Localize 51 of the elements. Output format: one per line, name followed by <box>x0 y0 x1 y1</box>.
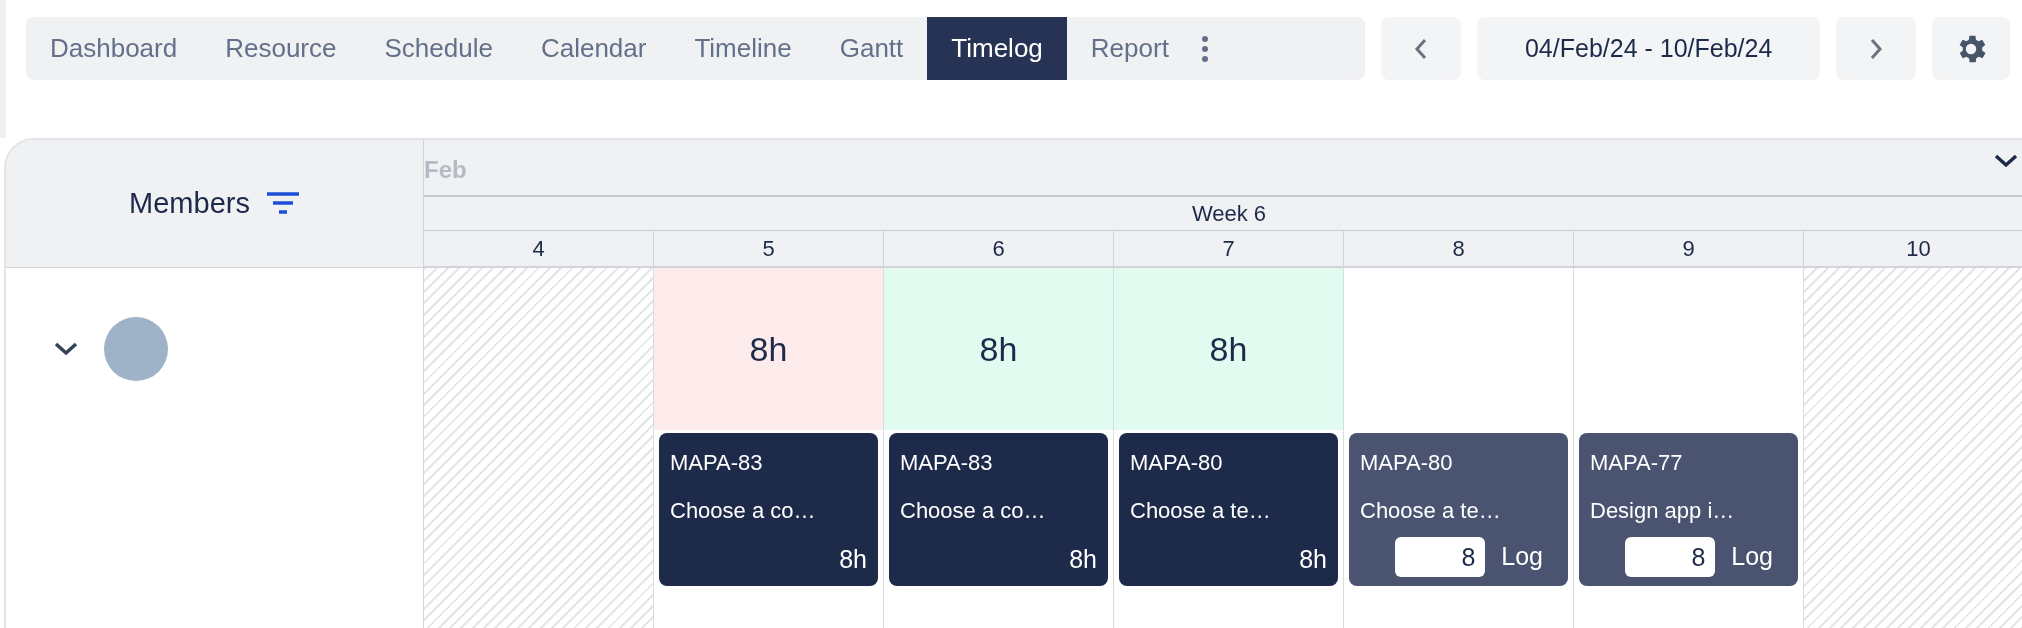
tab[interactable]: Gantt <box>815 17 928 80</box>
hours-input[interactable]: 8 <box>1625 537 1716 577</box>
tab[interactable]: Schedule <box>360 17 517 80</box>
tab[interactable]: Resource <box>201 17 361 80</box>
logged-hours: 8h <box>1069 544 1097 575</box>
tab[interactable]: Calendar <box>516 17 671 80</box>
chevron-left-icon <box>1414 37 1429 60</box>
issue-key: MAPA-80 <box>1130 446 1327 479</box>
chevron-right-icon <box>1869 37 1884 60</box>
hours-total: 8h <box>749 328 788 370</box>
issue-title: Choose a co… <box>900 497 1047 525</box>
chevron-down-icon[interactable] <box>54 342 78 356</box>
hours-total: 8h <box>979 328 1018 370</box>
day-header: 4 <box>424 231 654 266</box>
day-header: 10 <box>1804 231 2022 266</box>
issue-key: MAPA-83 <box>670 446 867 479</box>
month-label: Feb <box>424 155 467 185</box>
logged-hours: 8h <box>1299 544 1327 575</box>
tab[interactable]: Timeline <box>670 17 816 80</box>
timelog-card[interactable]: MAPA-77 Design app i… 8 Log <box>1579 433 1798 586</box>
issue-title: Design app i… <box>1590 497 1736 525</box>
hours-input[interactable]: 8 <box>1395 537 1486 577</box>
timelog-card[interactable]: MAPA-83 Choose a co… 8h <box>659 433 878 586</box>
filter-icon[interactable] <box>265 190 300 217</box>
logged-hours: 8h <box>839 544 867 575</box>
date-range-button[interactable]: 04/Feb/24 - 10/Feb/24 <box>1477 17 1821 80</box>
log-button[interactable]: Log <box>1501 538 1557 576</box>
chevron-down-icon[interactable] <box>1994 154 2018 168</box>
tab[interactable]: Dashboard <box>26 17 202 80</box>
issue-key: MAPA-77 <box>1590 446 1787 479</box>
members-label: Members <box>129 185 250 221</box>
issue-title: Choose a co… <box>670 497 817 525</box>
day-header: 7 <box>1114 231 1344 266</box>
week-label: Week 6 <box>1191 200 1267 228</box>
tab[interactable]: Timelog <box>927 17 1067 80</box>
hours-total: 8h <box>1209 328 1248 370</box>
tab[interactable]: Report <box>1066 17 1193 80</box>
timelog-card[interactable]: MAPA-83 Choose a co… 8h <box>889 433 1108 586</box>
day-header: 9 <box>1574 231 1804 266</box>
issue-title: Choose a te… <box>1130 497 1272 525</box>
day-header: 8 <box>1344 231 1574 266</box>
more-icon[interactable] <box>1200 35 1209 62</box>
day-header: 6 <box>884 231 1114 266</box>
timelog-card[interactable]: MAPA-80 Choose a te… 8h <box>1119 433 1338 586</box>
issue-title: Choose a te… <box>1360 497 1502 525</box>
issue-key: MAPA-83 <box>900 446 1097 479</box>
timelog-card[interactable]: MAPA-80 Choose a te… 8 Log <box>1349 433 1568 586</box>
log-button[interactable]: Log <box>1731 538 1787 576</box>
issue-key: MAPA-80 <box>1360 446 1557 479</box>
settings-button[interactable] <box>1932 17 2010 80</box>
day-header: 5 <box>654 231 884 266</box>
